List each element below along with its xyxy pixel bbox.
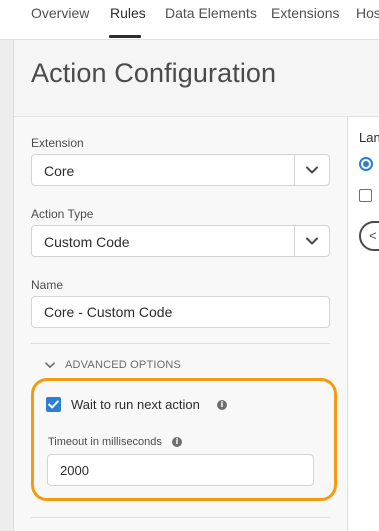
chevron-down-icon — [306, 166, 318, 174]
code-icon: < — [369, 228, 377, 243]
extension-dropdown-button[interactable] — [294, 155, 329, 185]
chevron-down-icon — [306, 237, 318, 245]
advanced-options-label: ADVANCED OPTIONS — [65, 359, 182, 371]
wait-checkbox[interactable] — [46, 397, 61, 412]
extension-value: Core — [44, 163, 75, 179]
info-icon[interactable]: i — [217, 400, 227, 410]
name-field[interactable] — [31, 296, 330, 328]
section-divider — [31, 517, 330, 518]
tab-data-elements[interactable]: Data Elements — [165, 5, 257, 27]
action-type-dropdown-button[interactable] — [294, 226, 329, 256]
extension-label: Extension — [31, 136, 84, 150]
action-type-label: Action Type — [31, 207, 94, 221]
top-nav: Overview Rules Data Elements Extensions … — [0, 0, 379, 40]
info-icon[interactable]: i — [172, 437, 182, 447]
chevron-down-icon — [45, 361, 55, 368]
left-gutter — [0, 0, 14, 531]
tab-extensions[interactable]: Extensions — [271, 5, 339, 27]
active-tab-indicator — [109, 35, 141, 38]
advanced-options-toggle[interactable]: ADVANCED OPTIONS — [45, 358, 181, 372]
tab-rules[interactable]: Rules — [110, 5, 146, 27]
language-radio-selected[interactable] — [359, 157, 373, 171]
timeout-input[interactable] — [47, 454, 314, 486]
page-title: Action Configuration — [31, 58, 277, 88]
wait-checkbox-label[interactable]: Wait to run next action — [71, 397, 200, 412]
section-divider — [31, 343, 330, 344]
tab-overview[interactable]: Overview — [31, 5, 89, 27]
language-label: Lan — [359, 130, 379, 145]
timeout-label: Timeout in milliseconds — [48, 436, 162, 448]
tab-hosts[interactable]: Hos — [356, 5, 379, 27]
extension-picker[interactable]: Core — [31, 154, 330, 186]
name-label: Name — [31, 278, 64, 292]
code-settings-panel — [348, 116, 379, 531]
global-checkbox[interactable] — [359, 189, 372, 202]
action-type-picker[interactable]: Custom Code — [31, 225, 330, 257]
checkmark-icon — [48, 400, 59, 409]
action-type-value: Custom Code — [44, 234, 130, 250]
